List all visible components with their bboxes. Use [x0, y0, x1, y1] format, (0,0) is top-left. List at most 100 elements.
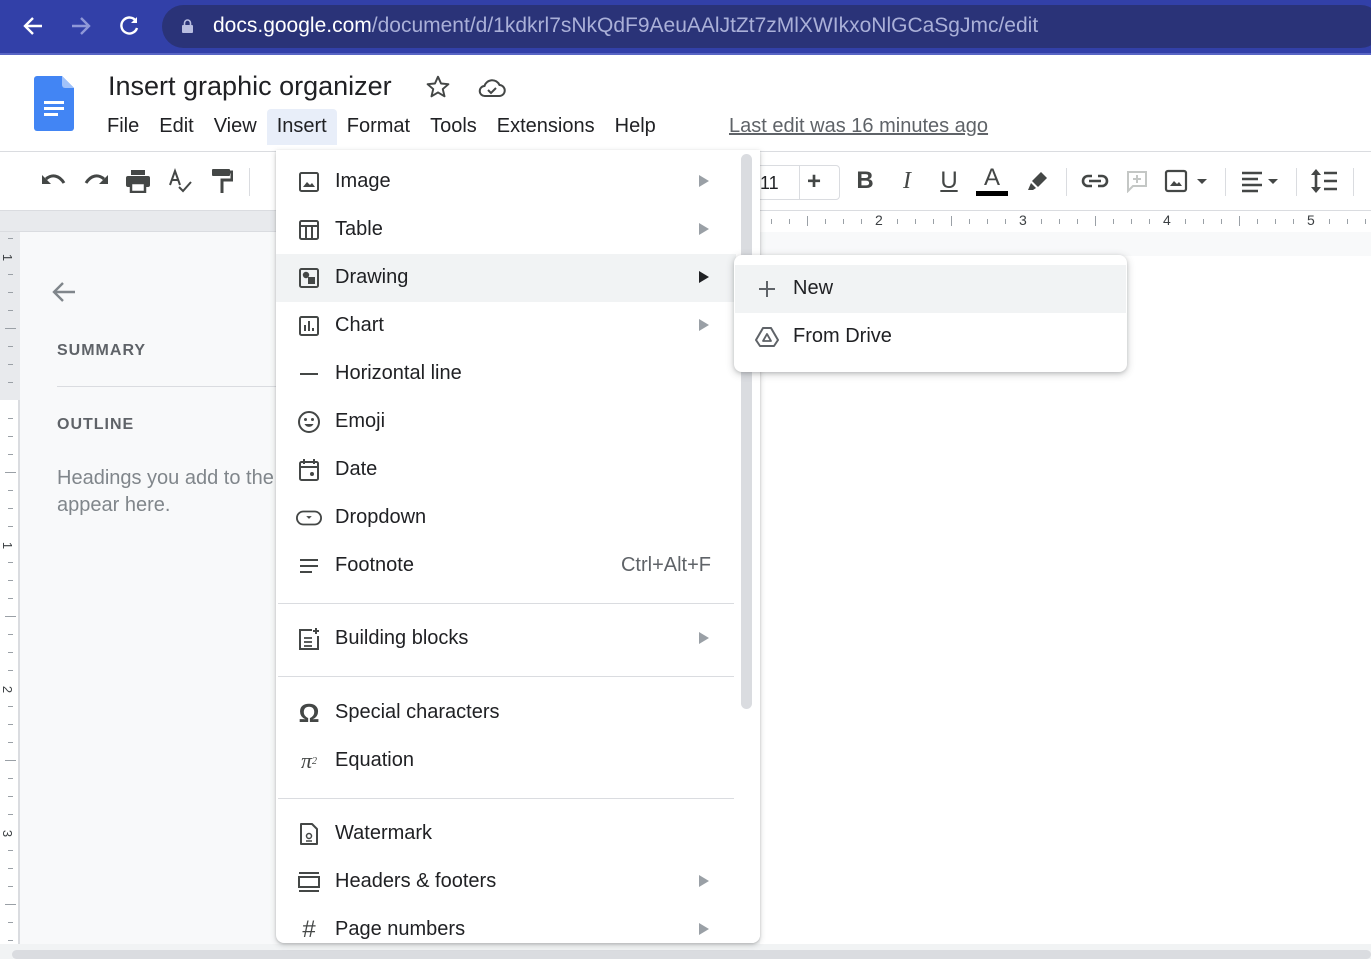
ruler-tick	[8, 454, 13, 455]
ruler-tick	[1005, 219, 1006, 224]
menu-item-chart[interactable]: Chart	[276, 302, 736, 350]
arrow-left-icon	[23, 17, 42, 35]
url-text: docs.google.com/document/d/1kdkrl7sNkQdF…	[213, 14, 1038, 38]
submenu-arrow-icon	[699, 875, 709, 887]
line-spacing-icon	[1311, 169, 1337, 193]
ruler-tick	[1239, 216, 1240, 226]
drive-icon	[755, 325, 779, 349]
add-comment-icon	[1127, 171, 1147, 193]
outline-heading: OUTLINE	[57, 416, 135, 433]
italic-button[interactable]: I	[892, 166, 922, 196]
menu-item-table[interactable]: Table	[276, 206, 736, 254]
outline-hint-line: appear here.	[57, 494, 171, 516]
menu-item-label: Headers & footers	[335, 870, 497, 892]
menu-item-label: Dropdown	[335, 506, 427, 528]
submenu-item-label: From Drive	[793, 325, 892, 347]
image-icon	[296, 170, 322, 194]
redo-button[interactable]	[81, 166, 111, 196]
last-edit-link[interactable]: Last edit was 16 minutes ago	[729, 115, 988, 138]
spellcheck-button[interactable]	[165, 166, 195, 196]
ruler-tick	[1113, 219, 1114, 224]
ruler-number: 2	[875, 212, 883, 228]
cloud-saved-icon[interactable]	[478, 77, 506, 99]
paint-format-button[interactable]	[207, 166, 237, 196]
reload-button[interactable]	[113, 10, 145, 42]
menu-item-label: Watermark	[335, 822, 433, 844]
bold-button[interactable]: B	[850, 166, 880, 196]
menu-item-label: Page numbers	[335, 918, 466, 940]
menu-divider	[278, 798, 734, 799]
menu-item-date[interactable]: Date	[276, 446, 736, 494]
insert-image-button[interactable]	[1162, 166, 1212, 196]
add-comment-button[interactable]	[1122, 166, 1152, 196]
font-size-input[interactable]: 11	[760, 173, 779, 194]
menu-item-page-numbers[interactable]: # Page numbers	[276, 906, 736, 943]
menu-divider	[278, 603, 734, 604]
menu-item-image[interactable]: Image	[276, 158, 736, 206]
menu-item-horizontal-line[interactable]: Horizontal line	[276, 350, 736, 398]
ruler-tick	[8, 490, 13, 491]
ruler-tick	[1275, 219, 1276, 224]
menu-edit[interactable]: Edit	[149, 109, 203, 145]
document-title[interactable]: Insert graphic organizer	[108, 71, 392, 102]
redo-icon	[84, 174, 108, 184]
menu-extensions[interactable]: Extensions	[487, 109, 605, 145]
align-button[interactable]	[1240, 166, 1282, 196]
menu-tools[interactable]: Tools	[420, 109, 487, 145]
back-button[interactable]	[17, 10, 49, 42]
submenu-arrow-icon	[699, 319, 709, 331]
menu-item-watermark[interactable]: Watermark	[276, 810, 736, 858]
toolbar-separator	[1066, 168, 1067, 196]
watermark-icon	[296, 822, 322, 846]
document-outline-panel: SUMMARY OUTLINE Headings you add to the …	[22, 232, 287, 944]
ruler-tick	[8, 796, 13, 797]
underline-button[interactable]: U	[934, 166, 964, 196]
ruler-tick	[915, 219, 916, 224]
text-color-button[interactable]: A	[976, 165, 1008, 196]
horizontal-ruler[interactable]: 2 3 4 5	[760, 211, 1371, 232]
menu-item-equation[interactable]: π2 Equation	[276, 737, 736, 785]
close-outline-arrow-icon[interactable]	[50, 278, 78, 306]
menu-item-dropdown[interactable]: Dropdown	[276, 494, 736, 542]
star-icon[interactable]	[425, 74, 451, 100]
menu-item-drawing[interactable]: Drawing	[276, 254, 736, 302]
menu-item-footnote[interactable]: Footnote Ctrl+Alt+F	[276, 542, 736, 590]
browser-toolbar: docs.google.com/document/d/1kdkrl7sNkQdF…	[0, 0, 1371, 53]
ruler-tick	[5, 472, 16, 473]
ruler-tick	[8, 724, 13, 725]
menu-insert[interactable]: Insert	[266, 109, 337, 145]
url-host: docs.google.com	[213, 14, 372, 37]
ruler-tick	[1221, 219, 1222, 224]
undo-button[interactable]	[39, 166, 69, 196]
menu-item-headers-footers[interactable]: Headers & footers	[276, 858, 736, 906]
docs-logo-icon[interactable]	[34, 76, 74, 131]
print-button[interactable]	[123, 166, 153, 196]
drawing-icon	[296, 266, 322, 290]
toolbar-separator	[1225, 168, 1226, 196]
font-size-increase-button[interactable]: +	[807, 168, 821, 196]
horizontal-scrollbar[interactable]	[12, 950, 1371, 959]
chart-icon	[296, 314, 322, 338]
menu-item-building-blocks[interactable]: Building blocks	[276, 615, 736, 663]
menu-format[interactable]: Format	[337, 109, 420, 145]
line-spacing-button[interactable]	[1309, 166, 1339, 196]
ruler-tick	[8, 850, 13, 851]
menu-item-special-characters[interactable]: Ω Special characters	[276, 689, 736, 737]
highlight-button[interactable]	[1023, 166, 1053, 196]
forward-button[interactable]	[65, 10, 97, 42]
drawing-submenu: New From Drive	[734, 255, 1127, 372]
submenu-item-from-drive[interactable]: From Drive	[735, 313, 1126, 361]
vertical-ruler[interactable]: 1 1 2 3	[0, 232, 20, 944]
menu-view[interactable]: View	[204, 109, 267, 145]
menu-scrollbar[interactable]	[741, 154, 752, 709]
ruler-tick	[8, 292, 13, 293]
ruler-tick	[8, 652, 13, 653]
submenu-item-new[interactable]: New	[735, 265, 1126, 313]
menu-item-emoji[interactable]: Emoji	[276, 398, 736, 446]
insert-link-button[interactable]	[1080, 166, 1110, 196]
menu-help[interactable]: Help	[605, 109, 666, 145]
address-bar[interactable]: docs.google.com/document/d/1kdkrl7sNkQdF…	[162, 5, 1371, 48]
menu-file[interactable]: File	[97, 109, 149, 145]
ruler-tick	[8, 634, 13, 635]
submenu-item-label: New	[793, 277, 834, 299]
